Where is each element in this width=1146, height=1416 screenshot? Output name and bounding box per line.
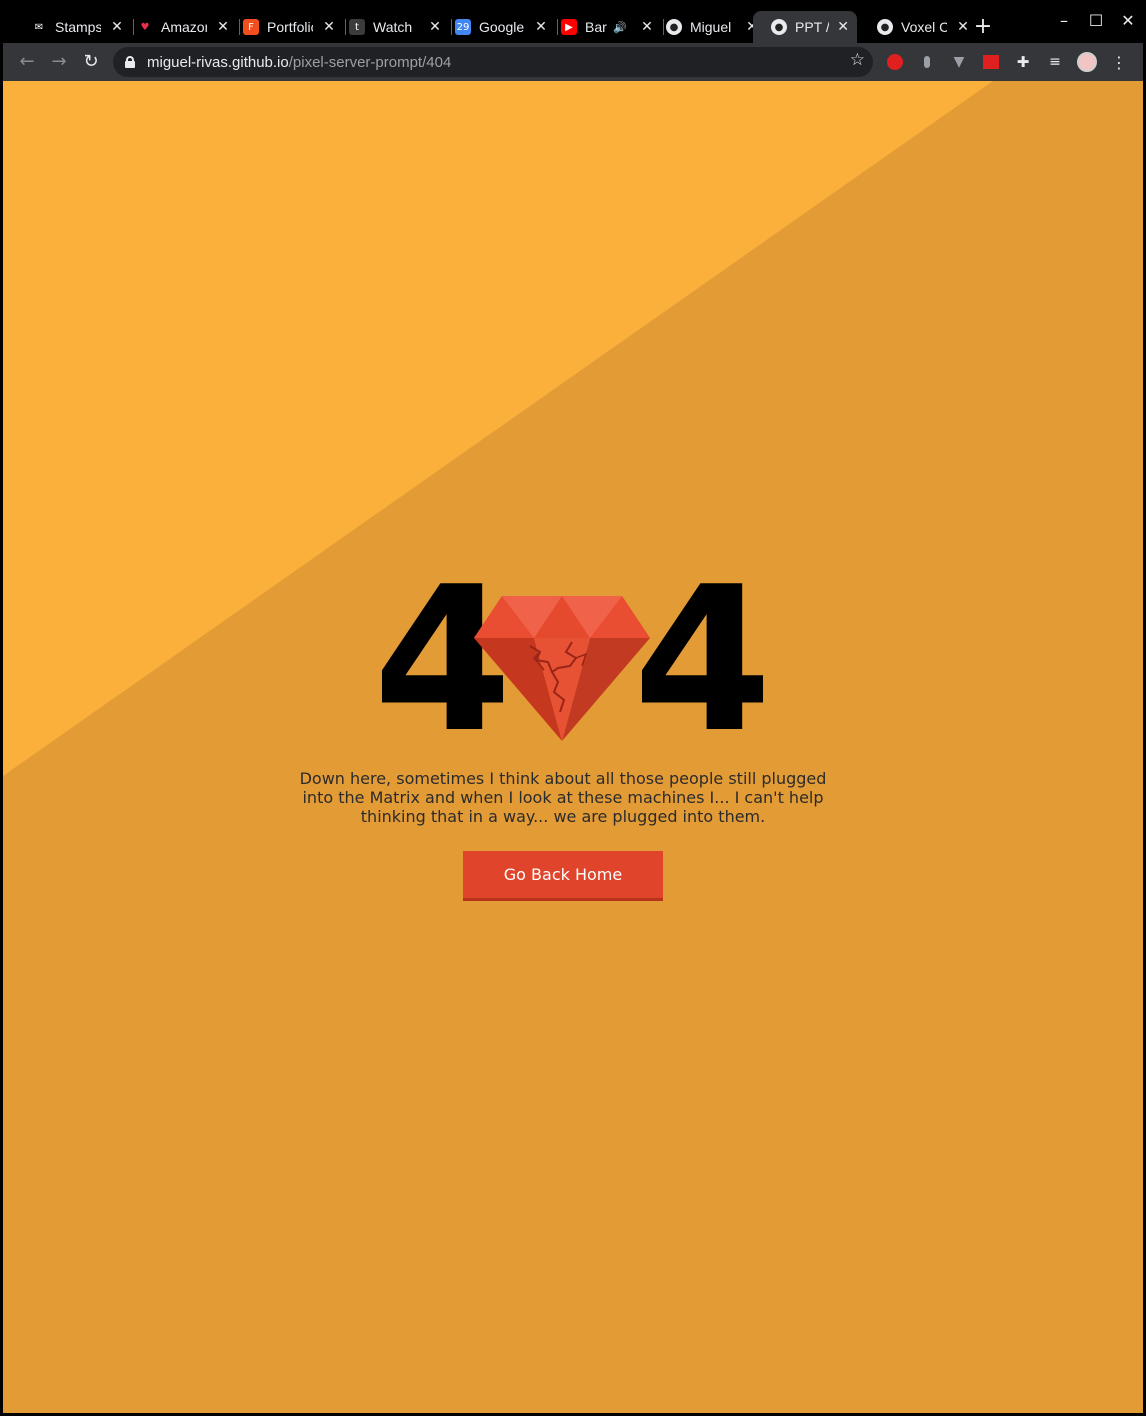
browser-menu-icon[interactable]: ⋮ xyxy=(1109,52,1129,72)
tab-title: Google xyxy=(479,19,525,35)
youtube-favicon: ▶ xyxy=(561,19,577,35)
lock-icon[interactable] xyxy=(125,56,135,68)
github-favicon: ● xyxy=(771,19,787,35)
tab-portfolio[interactable]: F Portfolio ✕ xyxy=(225,11,346,43)
profile-avatar[interactable] xyxy=(1077,52,1097,72)
browser-window: ✉ Stamps ✕ ♥ Amazon ✕ F Portfolio ✕ t Wa… xyxy=(0,0,1146,1416)
tab-title: Bar xyxy=(585,19,607,35)
color-picker-extension-icon[interactable] xyxy=(981,52,1001,72)
calendar-favicon: 29 xyxy=(455,19,471,35)
tab-strip: ✉ Stamps ✕ ♥ Amazon ✕ F Portfolio ✕ t Wa… xyxy=(3,3,1143,43)
minimize-button[interactable]: – xyxy=(1049,11,1079,30)
extension-icon[interactable] xyxy=(917,52,937,72)
tab-title: Voxel C xyxy=(901,19,947,35)
audio-icon[interactable]: 🔊 xyxy=(613,21,631,34)
tab-stamps[interactable]: ✉ Stamps ✕ xyxy=(13,11,134,43)
github-favicon: ● xyxy=(877,19,893,35)
tab-ppt[interactable]: ● PPT // ✕ xyxy=(753,11,857,43)
tab-title: PPT // xyxy=(795,19,829,35)
tab-bar[interactable]: ▶ Bar 🔊 ✕ xyxy=(543,11,664,43)
tab-amazon[interactable]: ♥ Amazon ✕ xyxy=(119,11,240,43)
browser-toolbar: ← → ↻ miguel-rivas.github.io /pixel-serv… xyxy=(3,43,1143,81)
address-bar[interactable]: miguel-rivas.github.io /pixel-server-pro… xyxy=(113,47,873,77)
tab-voxel[interactable]: ● Voxel C ✕ xyxy=(859,11,979,43)
error-page: 4 4 Down here, sometimes I think about a… xyxy=(3,81,1143,1413)
adblock-extension-icon[interactable] xyxy=(885,52,905,72)
reload-button[interactable]: ↻ xyxy=(79,50,103,74)
tab-title: Amazon xyxy=(161,19,207,35)
tab-google[interactable]: 29 Google ✕ xyxy=(437,11,558,43)
back-button[interactable]: ← xyxy=(15,50,39,74)
amazon-favicon: ♥ xyxy=(140,21,150,33)
tab-title: Stamps xyxy=(55,19,101,35)
url-host: miguel-rivas.github.io xyxy=(147,53,289,71)
extensions-puzzle-icon[interactable]: ✚ xyxy=(1013,52,1033,72)
forward-button[interactable]: → xyxy=(47,50,71,74)
error-message: Down here, sometimes I think about all t… xyxy=(299,769,827,826)
figma-favicon: F xyxy=(243,19,259,35)
stamp-favicon: ✉ xyxy=(34,21,44,33)
vue-devtools-icon[interactable]: ▼ xyxy=(949,52,969,72)
close-tab-icon[interactable]: ✕ xyxy=(955,19,971,35)
new-tab-button[interactable]: + xyxy=(971,15,995,39)
bookmark-star-icon[interactable]: ☆ xyxy=(850,50,865,70)
error-digit-right: 4 xyxy=(633,544,772,777)
watch-favicon: t xyxy=(349,19,365,35)
media-control-icon[interactable]: ≡ xyxy=(1045,52,1065,72)
tab-watch[interactable]: t Watch ✕ xyxy=(331,11,452,43)
github-favicon: ● xyxy=(666,19,682,35)
close-tab-icon[interactable]: ✕ xyxy=(837,19,849,35)
tab-title: Portfolio xyxy=(267,19,313,35)
tab-title: Watch xyxy=(373,19,413,35)
tab-miguel[interactable]: ● Miguel ✕ xyxy=(648,11,768,43)
page-viewport: 4 4 Down here, sometimes I think about a… xyxy=(3,81,1143,1413)
tab-title: Miguel xyxy=(690,19,732,35)
maximize-button[interactable]: ☐ xyxy=(1081,11,1111,30)
close-window-button[interactable]: ✕ xyxy=(1113,11,1143,30)
go-back-home-button[interactable]: Go Back Home xyxy=(463,851,663,901)
url-path: /pixel-server-prompt/404 xyxy=(288,53,452,71)
broken-ruby-icon xyxy=(474,596,650,741)
